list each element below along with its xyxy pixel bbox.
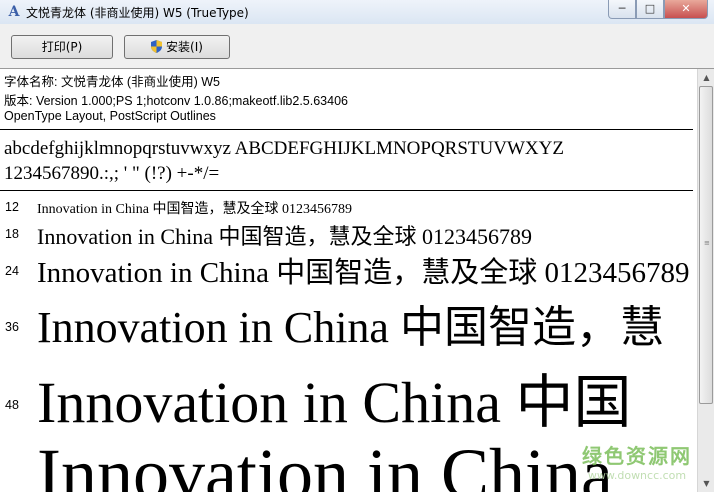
minimize-icon: ─ xyxy=(618,2,626,15)
uac-shield-icon xyxy=(151,40,163,53)
sample-cjk: 中国智造，慧及全球 xyxy=(218,225,417,250)
print-button[interactable]: 打印(P) xyxy=(11,35,113,59)
watermark-url: www.downcc.com xyxy=(587,469,687,482)
sample-line-48: Innovation in China 中国 xyxy=(37,355,631,439)
scrollbar-thumb[interactable]: ≡ xyxy=(699,86,713,404)
scroll-up-arrow-icon[interactable]: ▲ xyxy=(698,69,714,86)
sample-digits: 0123456789 xyxy=(278,202,352,217)
sample-latin: Innovation in China xyxy=(37,370,516,435)
sample-size-label: 24 xyxy=(5,264,19,278)
sample-latin: Innovation in China xyxy=(37,257,277,289)
charset-digits-symbols: 1234567890.:,; ' " (!?) +-*/= xyxy=(4,163,220,184)
sample-size-label: 36 xyxy=(5,320,19,334)
window-controls: ─ □ ✕ xyxy=(608,0,708,19)
toolbar: 打印(P) 安装(I) xyxy=(0,24,714,69)
sample-size-label: 12 xyxy=(5,200,19,214)
close-button[interactable]: ✕ xyxy=(664,0,708,19)
sample-size-label: 18 xyxy=(5,227,19,241)
sample-line-72: Innovation in China xyxy=(37,433,613,492)
vertical-scrollbar[interactable]: ▲ ≡ ▼ xyxy=(697,69,714,492)
close-icon: ✕ xyxy=(681,2,691,15)
sample-cjk: 中国智造，慧及全球 xyxy=(152,201,279,217)
sample-line-12: Innovation in China 中国智造，慧及全球 0123456789 xyxy=(37,198,352,218)
sample-cjk: 中国 xyxy=(515,368,632,436)
sample-latin: Innovation in China xyxy=(37,224,219,249)
sample-latin: Innovation in China xyxy=(37,202,153,217)
sample-digits: 0123456789 xyxy=(537,257,690,289)
sample-cjk: 中国智造，慧 xyxy=(399,302,664,353)
sample-latin: Innovation in China xyxy=(37,434,613,492)
font-version-line: 版本: Version 1.000;PS 1;hotconv 1.0.86;ma… xyxy=(4,94,348,108)
minimize-button[interactable]: ─ xyxy=(608,0,636,19)
font-viewer-icon: A xyxy=(8,4,20,20)
maximize-icon: □ xyxy=(644,2,656,15)
print-button-label: 打印(P) xyxy=(41,40,83,54)
sample-line-24: Innovation in China 中国智造，慧及全球 0123456789 xyxy=(37,249,690,291)
sample-line-18: Innovation in China 中国智造，慧及全球 0123456789 xyxy=(37,219,532,251)
watermark-logo: 绿色资源网 xyxy=(582,444,692,468)
install-button[interactable]: 安装(I) xyxy=(124,35,230,59)
install-button-label: 安装(I) xyxy=(166,40,203,54)
scroll-down-arrow-icon[interactable]: ▼ xyxy=(698,475,714,492)
maximize-button[interactable]: □ xyxy=(636,0,664,19)
divider xyxy=(0,190,693,191)
watermark: 绿色资源网 www.downcc.com xyxy=(582,440,692,482)
font-name-line: 字体名称: 文悦青龙体 (非商业使用) W5 xyxy=(4,75,220,89)
divider xyxy=(0,129,693,130)
font-preview-area[interactable]: 字体名称: 文悦青龙体 (非商业使用) W5 版本: Version 1.000… xyxy=(0,69,697,492)
sample-size-label: 48 xyxy=(5,398,19,412)
sample-line-36: Innovation in China 中国智造，慧 xyxy=(37,291,664,355)
charset-letters: abcdefghijklmnopqrstuvwxyz ABCDEFGHIJKLM… xyxy=(4,138,564,159)
font-tech-line: OpenType Layout, PostScript Outlines xyxy=(4,109,216,123)
grip-icon: ≡ xyxy=(704,239,710,247)
title-bar[interactable]: A 文悦青龙体 (非商业使用) W5 (TrueType) ─ □ ✕ xyxy=(0,0,714,24)
window-title: 文悦青龙体 (非商业使用) W5 (TrueType) xyxy=(26,6,249,20)
sample-latin: Innovation in China xyxy=(37,303,400,352)
sample-digits: 0123456789 xyxy=(416,224,532,249)
sample-cjk: 中国智造，慧及全球 xyxy=(276,255,538,289)
